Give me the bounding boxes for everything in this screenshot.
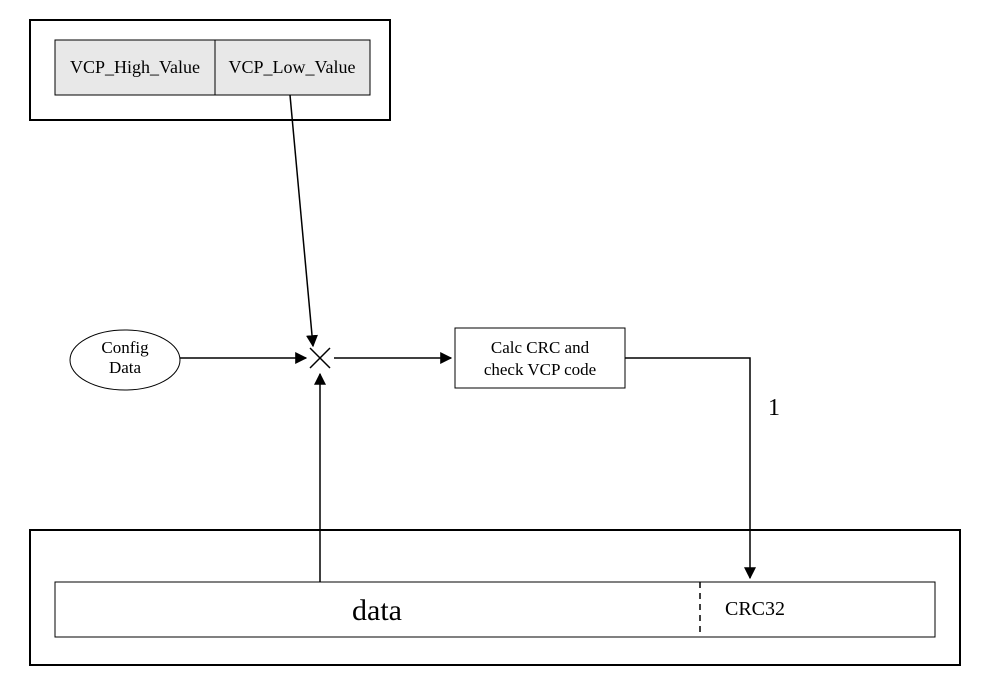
vcp-container: VCP_High_Value VCP_Low_Value xyxy=(30,20,390,120)
vcp-high-cell: VCP_High_Value xyxy=(55,40,215,95)
calc-crc-line2: check VCP code xyxy=(484,360,596,379)
data-label: data xyxy=(352,594,402,627)
edge-one-label: 1 xyxy=(768,395,780,421)
crc32-label: CRC32 xyxy=(725,598,785,620)
bottom-container: data CRC32 xyxy=(30,530,960,665)
vcp-low-cell: VCP_Low_Value xyxy=(215,40,370,95)
junction-icon xyxy=(310,348,330,368)
vcp-low-label: VCP_Low_Value xyxy=(229,57,356,77)
arrow-calc-to-crc32 xyxy=(625,358,750,578)
config-label-line2: Data xyxy=(109,358,142,377)
config-data-node: Config Data xyxy=(70,330,180,390)
vcp-high-label: VCP_High_Value xyxy=(70,57,200,77)
calc-crc-line1: Calc CRC and xyxy=(491,338,590,357)
arrow-vcp-to-junction xyxy=(290,95,313,346)
calc-crc-box: Calc CRC and check VCP code xyxy=(455,328,625,388)
config-label-line1: Config xyxy=(101,338,149,357)
